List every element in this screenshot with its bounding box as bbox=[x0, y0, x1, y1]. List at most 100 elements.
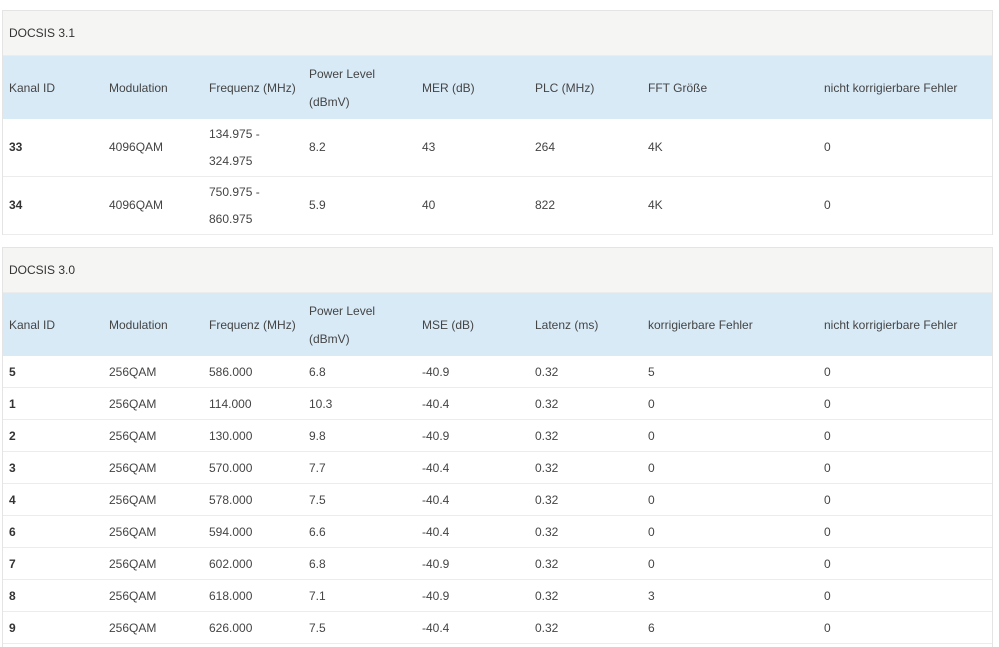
cell-korrigierbare-fehler: 0 bbox=[642, 547, 818, 580]
table-row: 4 256QAM 578.000 7.5 -40.4 0.32 0 0 bbox=[3, 483, 992, 516]
cell-nicht-korrigierbare-fehler: 0 bbox=[818, 579, 992, 612]
cell-fft: 4K bbox=[642, 119, 818, 177]
cell-nicht-korrigierbare-fehler: 0 bbox=[818, 611, 992, 644]
table-row: 8 256QAM 618.000 7.1 -40.9 0.32 3 0 bbox=[3, 579, 992, 612]
header-power-level: Power Level (dBmV) bbox=[303, 56, 416, 119]
cell-power-level: 7.7 bbox=[303, 451, 416, 484]
table-row: 33 4096QAM 134.975 - 324.975 8.2 43 264 4K 0 bbox=[3, 119, 992, 177]
header-modulation: Modulation bbox=[109, 317, 168, 332]
cell-power-level: 7.5 bbox=[303, 611, 416, 644]
cell-mer: 43 bbox=[416, 119, 529, 177]
cell-plc: 822 bbox=[529, 176, 642, 235]
cell-modulation: 256QAM bbox=[103, 451, 203, 484]
table-header-row: Kanal ID Modulation Frequenz (MHz) Power… bbox=[3, 56, 992, 119]
table-row: 3 256QAM 570.000 7.7 -40.4 0.32 0 0 bbox=[3, 451, 992, 484]
cell-latenz: 0.32 bbox=[529, 451, 642, 484]
cell-frequenz: 570.000 bbox=[203, 451, 303, 484]
table-row: 1 256QAM 114.000 10.3 -40.4 0.32 0 0 bbox=[3, 387, 992, 420]
cell-modulation: 256QAM bbox=[103, 387, 203, 420]
header-power-level: Power Level (dBmV) bbox=[303, 293, 416, 356]
cell-kanal-id: 33 bbox=[3, 119, 103, 177]
docsis31-title: DOCSIS 3.1 bbox=[3, 11, 992, 56]
cell-korrigierbare-fehler: 5 bbox=[642, 356, 818, 388]
header-power-line2: (dBmV) bbox=[309, 94, 350, 109]
cell-modulation: 256QAM bbox=[103, 547, 203, 580]
cell-korrigierbare-fehler: 3 bbox=[642, 579, 818, 612]
cell-latenz: 0.32 bbox=[529, 579, 642, 612]
cell-mse: -40.4 bbox=[416, 515, 529, 548]
docsis30-table: Kanal ID Modulation Frequenz (MHz) Power… bbox=[3, 293, 992, 644]
table-row: 9 256QAM 626.000 7.5 -40.4 0.32 6 0 bbox=[3, 611, 992, 644]
header-nicht-korrigierbare-fehler: nicht korrigierbare Fehler bbox=[824, 80, 958, 95]
cell-mer: 40 bbox=[416, 176, 529, 235]
cell-mse: -40.9 bbox=[416, 356, 529, 388]
cell-modulation: 256QAM bbox=[103, 483, 203, 516]
header-frequenz: Frequenz (MHz) bbox=[209, 317, 296, 332]
header-kanal-id: Kanal ID bbox=[9, 80, 56, 95]
cell-latenz: 0.32 bbox=[529, 547, 642, 580]
docsis30-panel: DOCSIS 3.0 Kanal ID Modulation Frequenz … bbox=[2, 247, 993, 647]
cell-korrigierbare-fehler: 0 bbox=[642, 483, 818, 516]
table-row: 2 256QAM 130.000 9.8 -40.9 0.32 0 0 bbox=[3, 419, 992, 452]
cell-frequenz: 618.000 bbox=[203, 579, 303, 612]
table-row: 5 256QAM 586.000 6.8 -40.9 0.32 5 0 bbox=[3, 356, 992, 388]
cell-power-level: 5.9 bbox=[303, 176, 416, 235]
cell-kanal-id: 2 bbox=[3, 419, 103, 452]
cell-latenz: 0.32 bbox=[529, 611, 642, 644]
frequenz-start: 134.975 - bbox=[209, 126, 260, 141]
cell-modulation: 256QAM bbox=[103, 356, 203, 388]
header-modulation: Modulation bbox=[109, 80, 168, 95]
cell-kanal-id: 34 bbox=[3, 176, 103, 235]
cell-modulation: 256QAM bbox=[103, 611, 203, 644]
cell-fft: 4K bbox=[642, 176, 818, 235]
cell-latenz: 0.32 bbox=[529, 419, 642, 452]
cell-power-level: 9.8 bbox=[303, 419, 416, 452]
cell-nicht-korrigierbare-fehler: 0 bbox=[818, 176, 992, 235]
cell-plc: 264 bbox=[529, 119, 642, 177]
cell-nicht-korrigierbare-fehler: 0 bbox=[818, 356, 992, 388]
cell-kanal-id: 7 bbox=[3, 547, 103, 580]
cell-nicht-korrigierbare-fehler: 0 bbox=[818, 419, 992, 452]
cell-mse: -40.4 bbox=[416, 451, 529, 484]
cell-kanal-id: 4 bbox=[3, 483, 103, 516]
cell-nicht-korrigierbare-fehler: 0 bbox=[818, 547, 992, 580]
cell-power-level: 8.2 bbox=[303, 119, 416, 177]
header-power-line2: (dBmV) bbox=[309, 331, 350, 346]
cell-power-level: 7.5 bbox=[303, 483, 416, 516]
cell-power-level: 10.3 bbox=[303, 387, 416, 420]
cell-korrigierbare-fehler: 0 bbox=[642, 515, 818, 548]
cell-nicht-korrigierbare-fehler: 0 bbox=[818, 515, 992, 548]
header-power-line1: Power Level bbox=[309, 303, 376, 318]
header-plc: PLC (MHz) bbox=[535, 80, 595, 95]
cell-korrigierbare-fehler: 0 bbox=[642, 419, 818, 452]
cell-latenz: 0.32 bbox=[529, 387, 642, 420]
docsis31-table: Kanal ID Modulation Frequenz (MHz) Power… bbox=[3, 56, 992, 235]
header-power-line1: Power Level bbox=[309, 66, 376, 81]
cell-mse: -40.4 bbox=[416, 611, 529, 644]
cell-nicht-korrigierbare-fehler: 0 bbox=[818, 451, 992, 484]
cell-modulation: 256QAM bbox=[103, 579, 203, 612]
cell-korrigierbare-fehler: 6 bbox=[642, 611, 818, 644]
cell-kanal-id: 5 bbox=[3, 356, 103, 388]
header-mer: MER (dB) bbox=[422, 80, 475, 95]
table-row: 34 4096QAM 750.975 - 860.975 5.9 40 822 4K 0 bbox=[3, 176, 992, 235]
cell-frequenz: 130.000 bbox=[203, 419, 303, 452]
cell-kanal-id: 3 bbox=[3, 451, 103, 484]
header-kanal-id: Kanal ID bbox=[9, 317, 56, 332]
cell-power-level: 6.8 bbox=[303, 356, 416, 388]
cell-power-level: 7.1 bbox=[303, 579, 416, 612]
cell-nicht-korrigierbare-fehler: 0 bbox=[818, 483, 992, 516]
cell-latenz: 0.32 bbox=[529, 356, 642, 388]
cell-frequenz: 586.000 bbox=[203, 356, 303, 388]
cell-frequenz: 578.000 bbox=[203, 483, 303, 516]
cell-mse: -40.4 bbox=[416, 387, 529, 420]
cell-korrigierbare-fehler: 0 bbox=[642, 451, 818, 484]
cell-korrigierbare-fehler: 0 bbox=[642, 387, 818, 420]
cell-nicht-korrigierbare-fehler: 0 bbox=[818, 387, 992, 420]
header-fft: FFT Größe bbox=[648, 80, 708, 95]
cell-modulation: 256QAM bbox=[103, 515, 203, 548]
docsis31-panel: DOCSIS 3.1 Kanal ID Modulation Frequenz … bbox=[2, 10, 993, 235]
frequenz-end: 324.975 bbox=[209, 153, 253, 168]
header-mse: MSE (dB) bbox=[422, 317, 475, 332]
cell-mse: -40.9 bbox=[416, 579, 529, 612]
